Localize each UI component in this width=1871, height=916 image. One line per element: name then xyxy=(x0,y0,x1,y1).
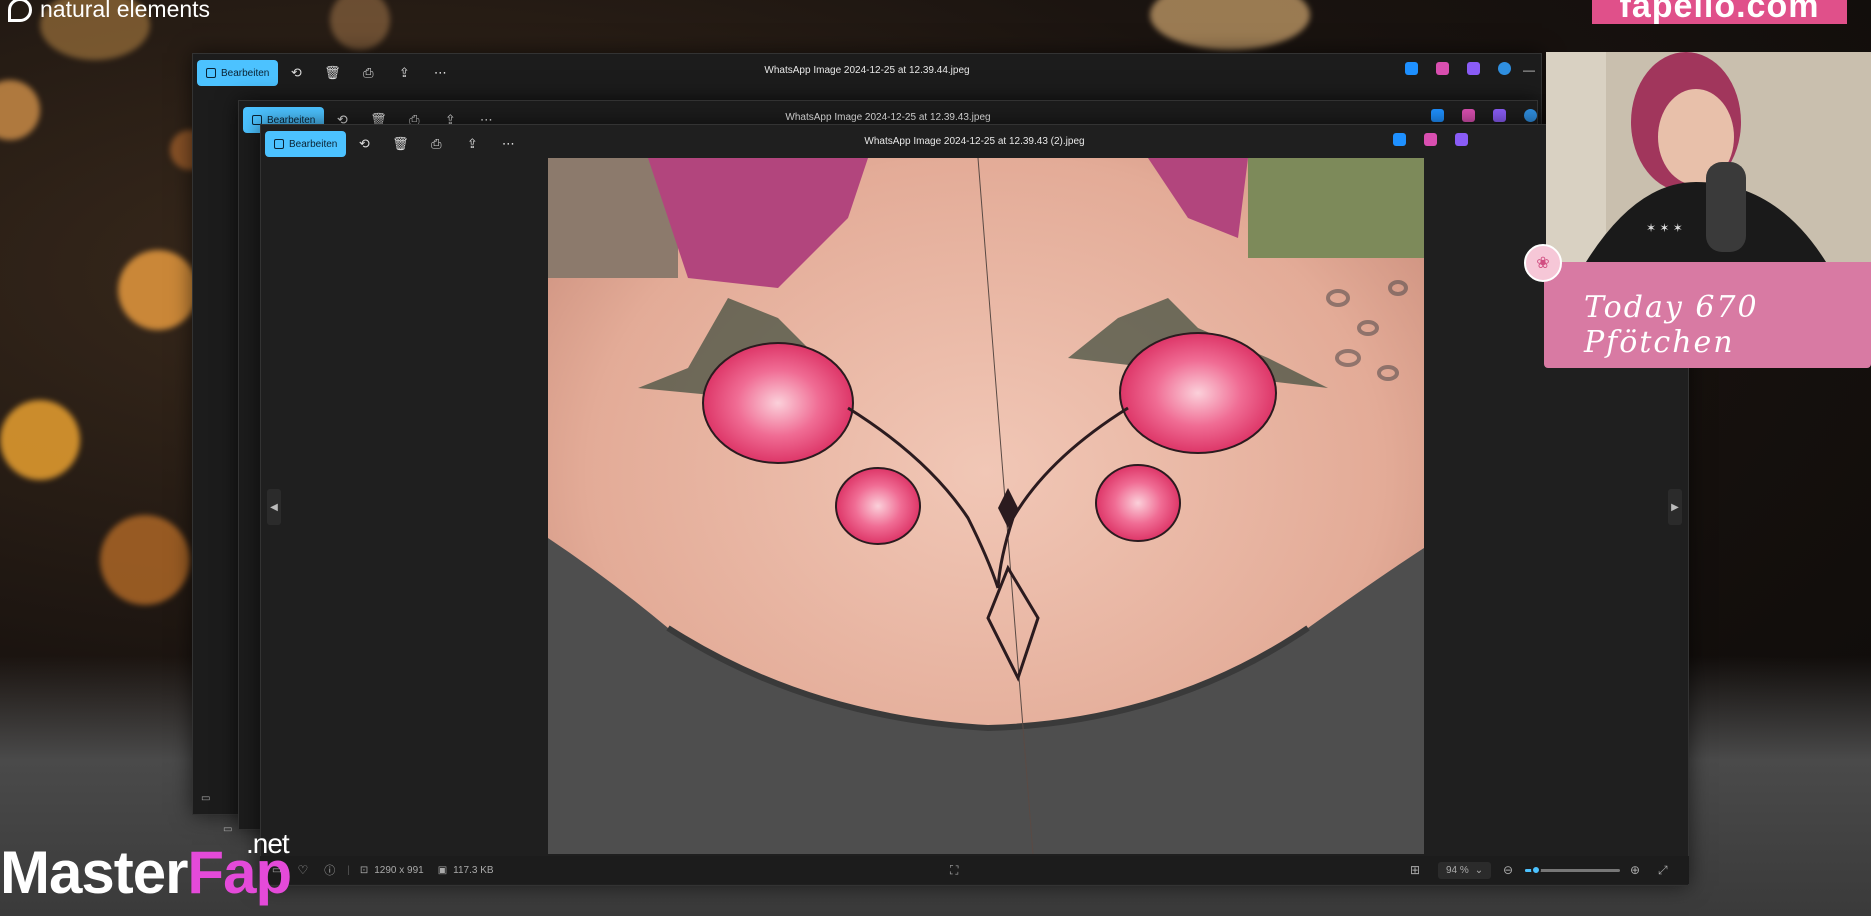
favorite-icon[interactable]: ♡ xyxy=(297,863,308,877)
app-icon-copilot[interactable] xyxy=(1424,133,1437,146)
onedrive-icon[interactable] xyxy=(1498,62,1511,75)
brand-logo: natural elements xyxy=(8,0,210,23)
bokeh-light xyxy=(0,80,40,140)
edit-pen-icon xyxy=(206,68,216,78)
webcam-image: ✶ ✶ ✶ xyxy=(1546,52,1871,262)
zoom-out-icon[interactable]: ⊖ xyxy=(1503,863,1513,877)
app-icon-designer[interactable] xyxy=(1431,109,1444,122)
zoom-dropdown[interactable]: 94 % ⌄ xyxy=(1438,861,1492,879)
watermark-suffix: .net xyxy=(246,828,290,859)
status-bar: ▭ ♡ ⓘ | ⊡ 1290 x 991 ▣ 117.3 KB ⛶ ⊞ 94 % ⌄ … xyxy=(260,856,1689,884)
leaf-logo-icon xyxy=(8,0,32,22)
share-icon[interactable]: ⇪ xyxy=(454,131,490,157)
watermark: MasterFap .net xyxy=(0,828,292,907)
more-icon[interactable]: ⋯ xyxy=(422,60,458,86)
app-icon-copilot[interactable] xyxy=(1462,109,1475,122)
print-icon[interactable]: ⎙ xyxy=(350,60,386,86)
app-icon-designer[interactable] xyxy=(1393,133,1406,146)
tattoo-photo xyxy=(548,158,1424,854)
next-image-icon[interactable]: ▶ xyxy=(1668,489,1682,525)
bokeh-light xyxy=(118,250,198,330)
edit-label: Bearbeiten xyxy=(221,67,270,79)
rotate-icon[interactable]: ⟲ xyxy=(346,131,382,157)
zoom-in-icon[interactable]: ⊕ xyxy=(1630,863,1640,877)
chevron-down-icon: ⌄ xyxy=(1474,864,1484,876)
actual-size-icon[interactable]: ⊞ xyxy=(1410,863,1420,877)
app-icon-copilot[interactable] xyxy=(1436,62,1449,75)
edit-pen-icon xyxy=(274,139,284,149)
stream-counter-panel: Today 670 Pfötchen xyxy=(1544,262,1871,368)
onedrive-icon[interactable] xyxy=(1524,109,1537,122)
app-icon-clipchamp[interactable] xyxy=(1455,133,1468,146)
url-banner: fapello.com xyxy=(1592,0,1847,24)
minimize-icon[interactable]: — xyxy=(1523,63,1535,77)
displayed-photo xyxy=(548,158,1424,854)
paw-icon: ❀ xyxy=(1524,244,1562,282)
previous-image-icon[interactable]: ◀ xyxy=(267,489,281,525)
app-icon-designer[interactable] xyxy=(1405,62,1418,75)
zoom-slider-knob[interactable] xyxy=(1531,864,1542,875)
bokeh-light xyxy=(0,400,80,480)
watermark-main: Master xyxy=(0,839,188,906)
dimensions-text: 1290 x 991 xyxy=(374,864,424,876)
fullscreen-icon[interactable]: ⤢ xyxy=(1658,863,1668,878)
print-icon[interactable]: ⎙ xyxy=(418,131,454,157)
edit-button[interactable]: Bearbeiten xyxy=(197,60,279,86)
edit-button[interactable]: Bearbeiten xyxy=(265,131,347,157)
rotate-icon[interactable]: ⟲ xyxy=(278,60,314,86)
filesize-info: ▣ 117.3 KB xyxy=(438,865,494,876)
fit-screen-icon[interactable]: ⛶ xyxy=(950,863,958,878)
edit-label: Bearbeiten xyxy=(289,138,338,150)
separator: | xyxy=(347,864,350,876)
delete-icon[interactable]: 🗑 xyxy=(382,131,418,157)
bokeh-light xyxy=(100,515,190,605)
disk-icon: ▣ xyxy=(437,864,448,876)
delete-icon[interactable]: 🗑 xyxy=(314,60,350,86)
share-icon[interactable]: ⇪ xyxy=(386,60,422,86)
app-icon-clipchamp[interactable] xyxy=(1467,62,1480,75)
app-icon-clipchamp[interactable] xyxy=(1493,109,1506,122)
brand-text: natural elements xyxy=(40,0,211,22)
info-icon[interactable]: ⓘ xyxy=(324,862,335,878)
zoom-value: 94 % xyxy=(1446,864,1469,876)
counter-text: Today 670 Pfötchen xyxy=(1584,290,1759,360)
more-icon[interactable]: ⋯ xyxy=(490,131,526,157)
zoom-slider[interactable] xyxy=(1525,864,1620,875)
bokeh-light xyxy=(1150,0,1310,50)
bokeh-light xyxy=(330,0,390,50)
image-size-icon: ⊡ xyxy=(359,864,369,876)
webcam-feed: ✶ ✶ ✶ xyxy=(1546,52,1871,262)
filmstrip-icon[interactable]: ▭ xyxy=(201,793,210,804)
svg-text:✶ ✶ ✶: ✶ ✶ ✶ xyxy=(1646,221,1683,235)
dimensions-info: ⊡ 1290 x 991 xyxy=(360,865,424,876)
filesize-text: 117.3 KB xyxy=(453,864,494,876)
filmstrip-icon[interactable]: ▭ xyxy=(223,824,232,835)
